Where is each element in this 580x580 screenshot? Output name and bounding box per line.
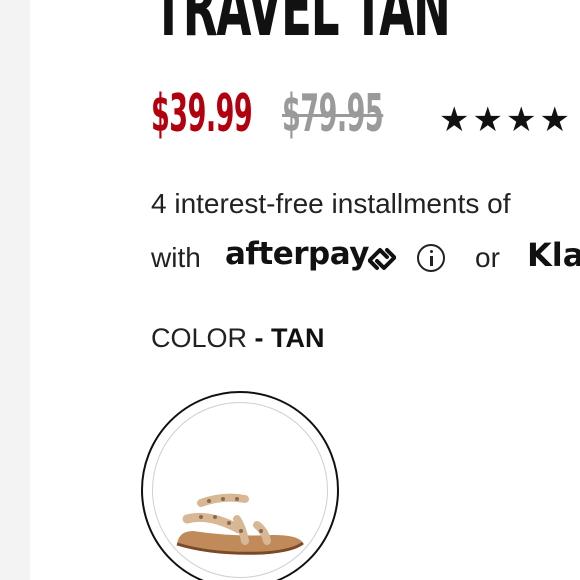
product-detail-panel: TRAVEL TAN $39.99 $79.95 ★★★★ 4 interest… <box>30 0 580 580</box>
color-label: COLOR <box>151 323 248 353</box>
color-selection-label: COLOR - TAN <box>151 323 325 354</box>
or-label: or <box>475 242 500 273</box>
color-separator: - <box>247 323 272 353</box>
color-value: TAN <box>271 323 325 353</box>
original-price: $79.95 <box>282 84 384 144</box>
swatch-image-frame <box>152 402 328 578</box>
sandal-thumbnail-icon <box>176 493 304 555</box>
rating-stars[interactable]: ★★★★ <box>439 100 573 140</box>
afterpay-arrows-icon <box>363 244 401 279</box>
with-label: with <box>151 242 201 273</box>
product-title: TRAVEL TAN <box>153 0 451 54</box>
klarna-logo: Kla <box>527 236 580 274</box>
installments-text: 4 interest-free installments of <box>151 188 511 219</box>
afterpay-logo: afterpay <box>225 236 369 272</box>
sale-price: $39.99 <box>151 84 253 144</box>
info-icon[interactable] <box>417 244 445 272</box>
color-swatch-tan[interactable] <box>141 391 339 580</box>
